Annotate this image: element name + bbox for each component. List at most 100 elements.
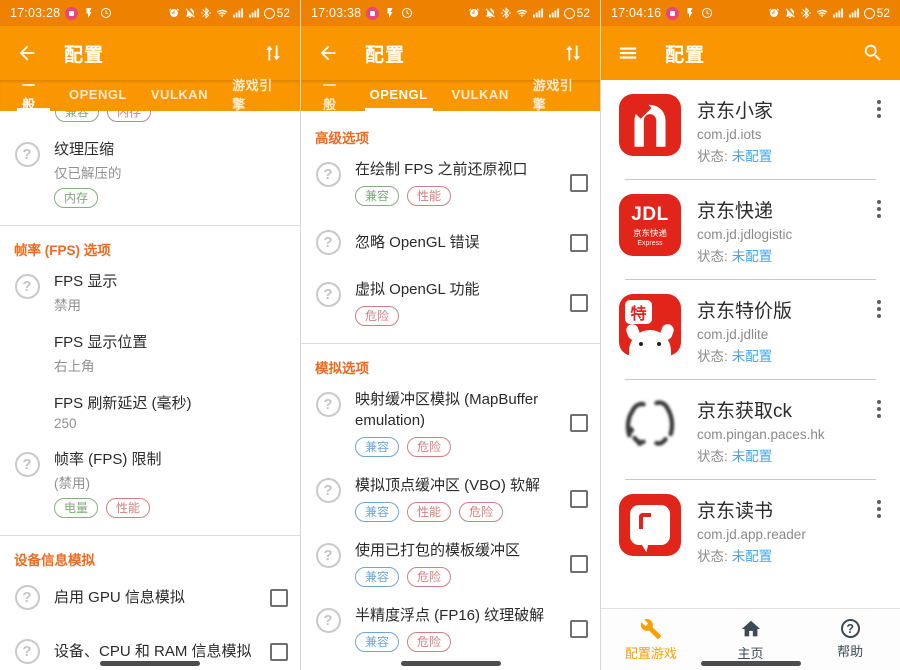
app-row-jd-lite[interactable]: 特 京东特价版 com.jd.jdlite 状态:未配置 — [601, 280, 900, 379]
help-icon[interactable]: ? — [316, 608, 341, 633]
sort-icon[interactable] — [562, 42, 584, 64]
setting-title: 启用 GPU 信息模拟 — [54, 589, 185, 606]
setting-title: FPS 刷新延迟 (毫秒) — [54, 395, 192, 412]
app-name: 京东特价版 — [697, 296, 866, 323]
tab-opengl[interactable]: OPENGL — [365, 80, 433, 111]
wrench-icon — [640, 618, 662, 640]
search-icon[interactable] — [862, 42, 884, 64]
setting-row-fps-display[interactable]: ? FPS 显示 禁用 — [0, 262, 300, 323]
setting-row-fps-position[interactable]: FPS 显示位置 右上角 — [0, 323, 300, 384]
setting-row-packed-stencil-buffer[interactable]: ? 使用已打包的模板缓冲区 兼容 危险 — [301, 531, 600, 596]
checkbox[interactable] — [270, 643, 288, 661]
setting-row-fps-limit[interactable]: ? 帧率 (FPS) 限制 (禁用) 电量 性能 — [0, 440, 300, 527]
overflow-menu-icon[interactable] — [866, 394, 892, 418]
help-icon[interactable]: ? — [15, 585, 40, 610]
status-bar: 17:03:38 52 — [301, 0, 600, 26]
setting-row-virtual-gl-features[interactable]: ? 虚拟 OpenGL 功能 危险 — [301, 270, 600, 335]
phone-screen-opengl: 17:03:38 52 配置 — [300, 0, 600, 670]
app-bar: 配置 — [301, 26, 600, 80]
mute-icon — [184, 7, 196, 19]
tab-game-engine[interactable]: 游戏引擎 — [528, 80, 583, 111]
help-icon[interactable]: ? — [15, 639, 40, 664]
setting-title: 帧率 (FPS) 限制 — [54, 451, 162, 468]
signal-icon — [832, 7, 844, 19]
status-bar: 17:03:28 52 — [0, 0, 300, 26]
nav-help[interactable]: ? 帮助 — [800, 609, 900, 670]
badge-battery: 电量 — [54, 498, 98, 518]
tab-opengl[interactable]: OPENGL — [64, 80, 132, 111]
menu-icon[interactable] — [617, 42, 639, 64]
charging-icon — [384, 7, 396, 19]
setting-row-fps-refresh-delay[interactable]: FPS 刷新延迟 (毫秒) 250 — [0, 384, 300, 440]
help-icon[interactable]: ? — [316, 478, 341, 503]
overflow-menu-icon[interactable] — [866, 294, 892, 318]
section-device-info: 设备信息模拟 — [0, 536, 300, 572]
setting-title: 映射缓冲区模拟 (MapBuffer emulation) — [355, 391, 538, 429]
help-icon[interactable]: ? — [316, 230, 341, 255]
setting-row-texture-compression[interactable]: ? 纹理压缩 仅已解压的 内存 — [0, 130, 300, 217]
tab-general[interactable]: 一般 — [17, 80, 50, 111]
clock: 17:03:38 — [311, 6, 361, 20]
home-icon — [740, 618, 762, 640]
app-row-jd-reader[interactable]: 京东读书 com.jd.app.reader 状态:未配置 — [601, 480, 900, 579]
battery-icon — [864, 8, 875, 19]
setting-row-mapbuffer-emulation[interactable]: ? 映射缓冲区模拟 (MapBuffer emulation) 兼容 危险 — [301, 380, 600, 466]
setting-row-restore-viewport[interactable]: ? 在绘制 FPS 之前还原视口 兼容 性能 — [301, 150, 600, 215]
overflow-menu-icon[interactable] — [866, 494, 892, 518]
page-title: 配置 — [665, 40, 705, 67]
help-icon[interactable]: ? — [316, 543, 341, 568]
home-indicator[interactable] — [100, 661, 200, 666]
setting-row-gpu-info-spoof[interactable]: ? 启用 GPU 信息模拟 — [0, 572, 300, 623]
checkbox[interactable] — [570, 555, 588, 573]
tab-bar: 一般 OPENGL VULKAN 游戏引擎 — [301, 80, 600, 111]
help-icon[interactable]: ? — [316, 392, 341, 417]
setting-row-ignore-gl-errors[interactable]: ? 忽略 OpenGL 错误 — [301, 215, 600, 270]
badge-compat: 兼容 — [355, 567, 399, 587]
setting-row-fp16-texture-hack[interactable]: ? 半精度浮点 (FP16) 纹理破解 兼容 危险 — [301, 596, 600, 661]
tab-vulkan[interactable]: VULKAN — [146, 80, 213, 111]
badge-performance: 性能 — [407, 502, 451, 522]
back-icon[interactable] — [317, 42, 339, 64]
setting-title: 半精度浮点 (FP16) 纹理破解 — [355, 607, 544, 624]
bluetooth-icon — [500, 7, 512, 19]
status-label: 状态: — [697, 149, 728, 164]
help-icon[interactable]: ? — [15, 274, 40, 299]
setting-title: 模拟顶点缓冲区 (VBO) 软解 — [355, 477, 540, 494]
help-icon[interactable]: ? — [316, 162, 341, 187]
setting-row-vbo-software[interactable]: ? 模拟顶点缓冲区 (VBO) 软解 兼容 性能 危险 — [301, 466, 600, 531]
setting-value: 右上角 — [54, 355, 288, 375]
alarm-icon — [168, 7, 180, 19]
checkbox[interactable] — [570, 414, 588, 432]
overflow-menu-icon[interactable] — [866, 94, 892, 118]
tab-general[interactable]: 一般 — [318, 80, 351, 111]
page-title: 配置 — [365, 40, 405, 67]
tab-vulkan[interactable]: VULKAN — [447, 80, 514, 111]
app-row-jd-smart-home[interactable]: 京东小家 com.jd.iots 状态:未配置 — [601, 80, 900, 179]
home-indicator[interactable] — [401, 661, 501, 666]
checkbox[interactable] — [570, 234, 588, 252]
charging-icon — [684, 7, 696, 19]
checkbox[interactable] — [570, 174, 588, 192]
app-bar: 配置 — [601, 26, 900, 80]
sort-icon[interactable] — [262, 42, 284, 64]
setting-value: 仅已解压的 — [54, 162, 288, 182]
checkbox[interactable] — [270, 589, 288, 607]
checkbox[interactable] — [570, 490, 588, 508]
tab-game-engine[interactable]: 游戏引擎 — [227, 80, 283, 111]
signal-icon-2 — [548, 7, 560, 19]
app-package: com.jd.jdlite — [697, 327, 866, 342]
overflow-menu-icon[interactable] — [866, 194, 892, 218]
help-icon[interactable]: ? — [15, 142, 40, 167]
setting-title: FPS 显示位置 — [54, 334, 147, 351]
status-label: 状态: — [697, 449, 728, 464]
app-row-jd-express[interactable]: JDL 京东快递 Express 京东快递 com.jd.jdlogistic … — [601, 180, 900, 279]
help-icon[interactable]: ? — [15, 452, 40, 477]
app-row-jd-get-ck[interactable]: 京东获取ck com.pingan.paces.hk 状态:未配置 — [601, 380, 900, 479]
help-icon[interactable]: ? — [316, 282, 341, 307]
nav-configure-games[interactable]: 配置游戏 — [601, 609, 701, 670]
checkbox[interactable] — [570, 620, 588, 638]
checkbox[interactable] — [570, 294, 588, 312]
section-emulation: 模拟选项 — [301, 344, 600, 380]
home-indicator[interactable] — [701, 661, 801, 666]
back-icon[interactable] — [16, 42, 38, 64]
